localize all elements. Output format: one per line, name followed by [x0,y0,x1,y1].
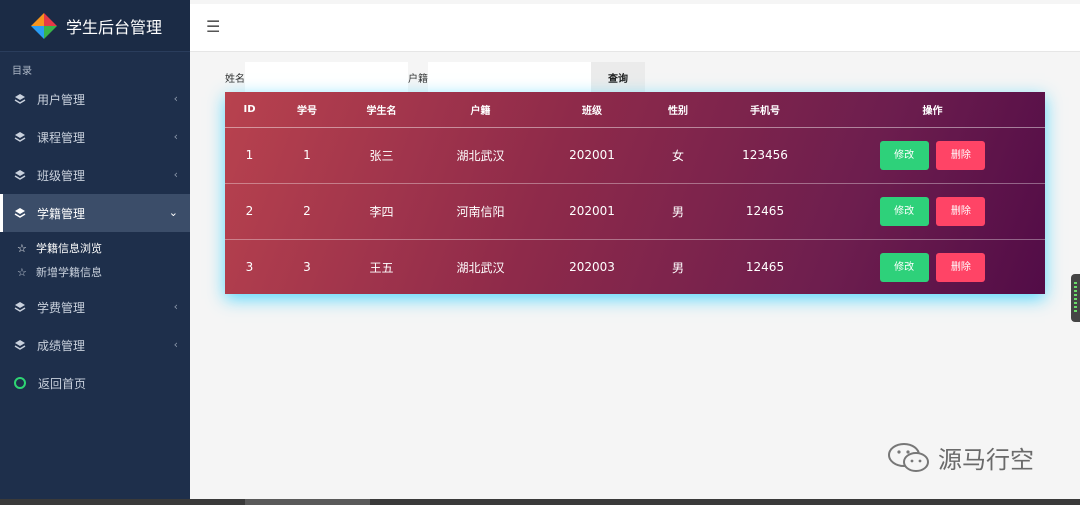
sidebar-item-label: 返回首页 [38,376,87,391]
name-label: 姓名 [225,73,245,85]
sidebar-item-label: 学费管理 [37,300,86,315]
bottom-taskbar [0,499,1080,505]
edit-button[interactable]: 修改 [879,140,929,170]
sidebar: 学生后台管理 目录 用户管理 ‹ 课程管理 ‹ 班级管理 ‹ 学籍管理 ⌄ ☆ … [0,0,190,500]
grip-icon [1074,282,1077,314]
layers-icon [14,302,26,312]
cell-gender: 男 [671,204,684,219]
brand-title: 学生后台管理 [66,17,163,37]
query-button[interactable]: 查询 [591,62,645,92]
cell-household: 湖北武汉 [456,260,505,275]
table-row: 2 2 李四 河南信阳 202001 男 12465 修改 删除 [225,183,1045,239]
chevron-left-icon: ‹ [173,168,178,181]
cell-class: 202001 [569,148,615,162]
sidebar-subitem-add-enrollment[interactable]: ☆ 新增学籍信息 [0,260,190,284]
layers-icon [14,170,26,180]
chevron-left-icon: ‹ [173,130,178,143]
column-header-student-number: 学号 [274,92,340,128]
sidebar-item-label: 课程管理 [37,130,86,145]
cell-actions: 修改 删除 [820,239,1045,295]
student-table-card: ID 学号 学生名 户籍 班级 性别 手机号 操作 1 1 张三 湖北武汉 20… [225,92,1045,294]
table-header-row: ID 学号 学生名 户籍 班级 性别 手机号 操作 [225,92,1045,128]
column-header-student-name: 学生名 [340,92,423,128]
cell-student-number: 2 [303,204,311,218]
sidebar-item-back-home[interactable]: 返回首页 [0,364,190,402]
cell-phone: 12465 [745,204,785,218]
table-row: 1 1 张三 湖北武汉 202001 女 123456 修改 删除 [225,127,1045,183]
edit-button[interactable]: 修改 [879,196,929,226]
brand-logo-icon [31,12,57,39]
sidebar-item-label: 成绩管理 [37,338,86,353]
app-window: 学生后台管理 目录 用户管理 ‹ 课程管理 ‹ 班级管理 ‹ 学籍管理 ⌄ ☆ … [0,0,1080,505]
sidebar-subitem-label: 学籍信息浏览 [36,242,102,255]
layers-icon [14,340,26,350]
household-input[interactable] [428,62,591,92]
hamburger-menu-icon[interactable]: ☰ [206,17,220,36]
column-header-class: 班级 [538,92,646,128]
cell-household: 湖北武汉 [456,148,505,163]
sidebar-subitem-enrollment-browse[interactable]: ☆ 学籍信息浏览 [0,236,190,260]
column-header-actions: 操作 [820,92,1045,128]
sidebar-item-label: 学籍管理 [37,206,86,221]
chevron-down-icon: ⌄ [168,206,178,219]
sidebar-item-label: 班级管理 [37,168,86,183]
table-row: 3 3 王五 湖北武汉 202003 男 12465 修改 删除 [225,239,1045,295]
chevron-left-icon: ‹ [173,300,178,313]
search-bar: 姓名 户籍 查询 [225,62,645,92]
watermark: 源马行空 [886,440,1034,475]
star-outline-icon: ☆ [17,265,27,279]
delete-button[interactable]: 删除 [936,252,986,282]
name-input[interactable] [245,62,408,92]
layers-icon [14,132,26,142]
cell-gender: 女 [671,148,684,163]
sidebar-item-course-management[interactable]: 课程管理 ‹ [0,118,190,156]
side-panel-handle[interactable] [1071,274,1080,322]
column-header-phone: 手机号 [710,92,820,128]
sidebar-subitem-label: 新增学籍信息 [36,266,102,279]
delete-button[interactable]: 删除 [936,196,986,226]
enrollment-submenu: ☆ 学籍信息浏览 ☆ 新增学籍信息 [0,232,190,288]
brand: 学生后台管理 [0,0,190,52]
cell-actions: 修改 删除 [820,127,1045,183]
column-header-household: 户籍 [423,92,538,128]
watermark-text: 源马行空 [938,446,1034,474]
cell-phone: 123456 [742,148,788,162]
cell-student-number: 3 [303,260,311,275]
section-label: 目录 [12,66,32,77]
star-filled-icon: ☆ [17,241,27,255]
sidebar-item-user-management[interactable]: 用户管理 ‹ [0,80,190,118]
student-table: ID 学号 学生名 户籍 班级 性别 手机号 操作 1 1 张三 湖北武汉 20… [225,92,1045,295]
chevron-left-icon: ‹ [173,338,178,351]
cell-student-number: 1 [303,148,311,162]
cell-class: 202003 [569,260,615,275]
sidebar-item-class-management[interactable]: 班级管理 ‹ [0,156,190,194]
layers-icon [14,94,26,104]
cell-student-name: 王五 [369,260,394,275]
cell-id: 1 [245,148,254,162]
edit-button[interactable]: 修改 [879,252,929,282]
cell-class: 202001 [569,204,615,218]
delete-button[interactable]: 删除 [936,140,986,170]
circle-icon [14,377,26,389]
top-bar: ☰ [190,4,1080,52]
taskbar-segment [245,499,370,505]
cell-phone: 12465 [745,260,785,275]
cell-gender: 男 [671,260,684,275]
wechat-icon [888,442,929,472]
sidebar-item-label: 用户管理 [37,92,86,107]
sidebar-item-enrollment-management[interactable]: 学籍管理 ⌄ [0,194,190,232]
cell-id: 3 [245,260,254,275]
column-header-gender: 性别 [646,92,710,128]
cell-actions: 修改 删除 [820,183,1045,239]
cell-household: 河南信阳 [456,204,505,219]
sidebar-item-grade-management[interactable]: 成绩管理 ‹ [0,326,190,364]
chevron-left-icon: ‹ [173,92,178,105]
column-header-id: ID [225,92,274,128]
layers-icon [14,208,26,218]
cell-student-name: 张三 [369,148,394,163]
cell-student-name: 李四 [369,204,394,219]
household-label: 户籍 [408,73,428,85]
sidebar-item-tuition-management[interactable]: 学费管理 ‹ [0,288,190,326]
cell-id: 2 [245,204,254,218]
